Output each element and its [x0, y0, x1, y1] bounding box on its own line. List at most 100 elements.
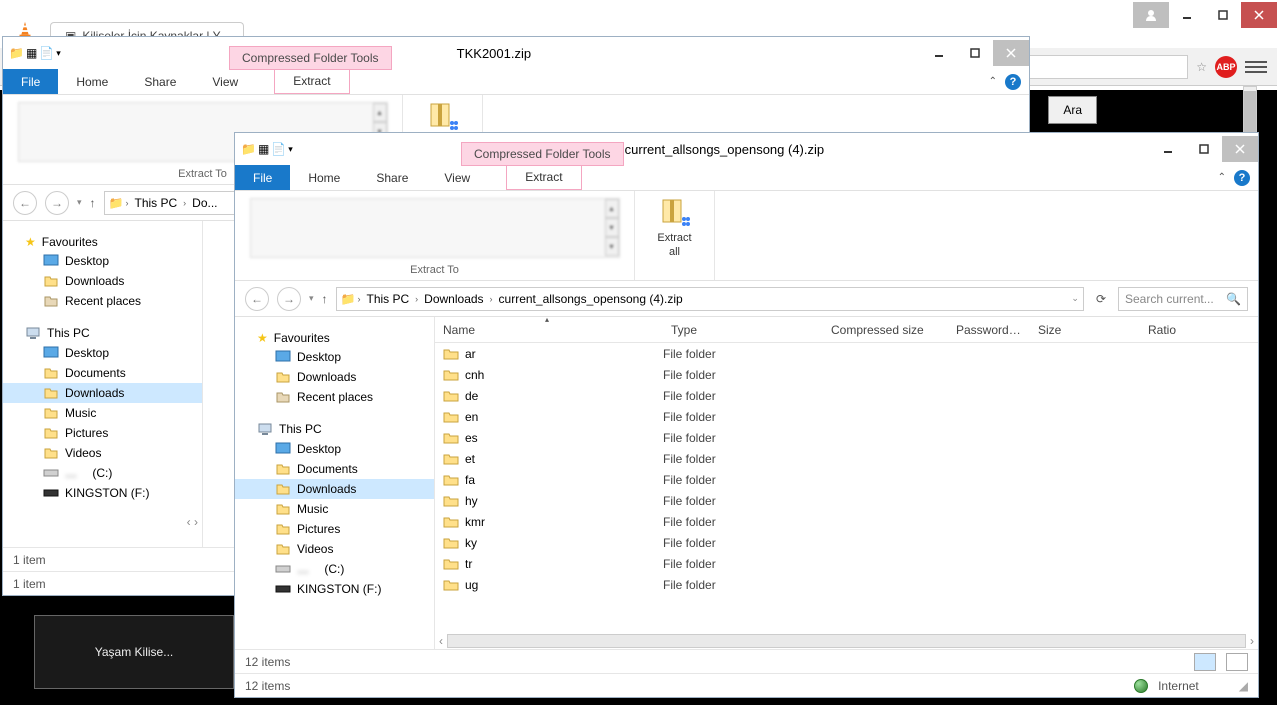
bc-downloads[interactable]: Downloads: [420, 292, 487, 306]
win1-tab-share[interactable]: Share: [126, 69, 194, 94]
win2-tab-file[interactable]: File: [235, 165, 290, 190]
table-row[interactable]: enFile folder: [435, 406, 1258, 427]
win1-close-button[interactable]: [993, 40, 1029, 66]
bc-thispc[interactable]: This PC: [130, 196, 181, 210]
win2-pin-gallery[interactable]: ▴▾▾: [250, 198, 620, 258]
nav2-pc-kingston[interactable]: KINGSTON (F:): [235, 579, 434, 599]
breadcrumb-dropdown-icon[interactable]: ⌄: [1071, 293, 1079, 304]
browser-menu-icon[interactable]: [1245, 61, 1267, 73]
nav-pc-downloads[interactable]: Downloads: [3, 383, 202, 403]
abp-icon[interactable]: ABP: [1215, 56, 1237, 78]
nav-scroll-right[interactable]: ›: [194, 515, 198, 529]
bookmark-star-icon[interactable]: ☆: [1196, 60, 1207, 74]
win1-tab-file[interactable]: File: [3, 69, 58, 94]
nav-pc-music[interactable]: Music: [3, 403, 202, 423]
table-row[interactable]: faFile folder: [435, 469, 1258, 490]
bc-downloads-trunc[interactable]: Do...: [188, 196, 221, 210]
table-row[interactable]: esFile folder: [435, 427, 1258, 448]
nav-pc-pictures[interactable]: Pictures: [3, 423, 202, 443]
win2-search-box[interactable]: Search current... 🔍: [1118, 287, 1248, 311]
col-csize[interactable]: Compressed size: [823, 323, 948, 337]
qat-properties-icon[interactable]: ▦: [26, 46, 37, 60]
search-button[interactable]: Ara: [1048, 96, 1097, 124]
context-tab-1[interactable]: Compressed Folder Tools: [229, 46, 392, 70]
help-icon[interactable]: ?: [1005, 74, 1021, 90]
table-row[interactable]: kmrFile folder: [435, 511, 1258, 532]
win2-breadcrumb[interactable]: 📁› This PC› Downloads› current_allsongs_…: [336, 287, 1084, 311]
nav2-pc-downloads[interactable]: Downloads: [235, 479, 434, 499]
nav-recent[interactable]: Recent places: [3, 291, 202, 311]
win2-close-button[interactable]: [1222, 136, 1258, 162]
nav-thispc[interactable]: This PC: [3, 323, 202, 343]
table-row[interactable]: kyFile folder: [435, 532, 1258, 553]
user-account-icon[interactable]: [1133, 2, 1169, 28]
video-thumbnail[interactable]: Yaşam Kilise...: [34, 615, 234, 689]
browser-minimize-button[interactable]: [1169, 2, 1205, 28]
up-one-level-icon[interactable]: ↑: [322, 292, 328, 306]
qat-dropdown-icon[interactable]: ▾: [288, 144, 293, 155]
up-one-level-icon[interactable]: ↑: [90, 196, 96, 210]
icons-view-button[interactable]: [1226, 653, 1248, 671]
win1-tab-home[interactable]: Home: [58, 69, 126, 94]
qat-newfolder-icon[interactable]: 📄: [271, 142, 286, 156]
nav2-fav-downloads[interactable]: Downloads: [235, 367, 434, 387]
win1-maximize-button[interactable]: [957, 40, 993, 66]
nav-pc-cdrive[interactable]: … (C:): [3, 463, 202, 483]
nav2-thispc[interactable]: This PC: [235, 419, 434, 439]
nav-desktop[interactable]: Desktop: [3, 251, 202, 271]
nav2-pc-cdrive[interactable]: … (C:): [235, 559, 434, 579]
nav-pc-videos[interactable]: Videos: [3, 443, 202, 463]
win1-forward-button[interactable]: →: [45, 191, 69, 215]
qat-properties-icon[interactable]: ▦: [258, 142, 269, 156]
hscroll-left-icon[interactable]: ‹: [435, 634, 447, 648]
qat-dropdown-icon[interactable]: ▾: [56, 48, 61, 59]
refresh-icon[interactable]: ⟳: [1096, 292, 1106, 306]
win1-tab-view[interactable]: View: [194, 69, 256, 94]
collapse-ribbon-icon[interactable]: ⌃: [989, 76, 997, 87]
col-ratio[interactable]: Ratio: [1140, 323, 1184, 337]
table-row[interactable]: cnhFile folder: [435, 364, 1258, 385]
bc-zipfile[interactable]: current_allsongs_opensong (4).zip: [495, 292, 687, 306]
win2-tab-extract[interactable]: Extract: [506, 165, 581, 190]
table-row[interactable]: hyFile folder: [435, 490, 1258, 511]
column-headers[interactable]: ▴ Name Type Compressed size Password ...…: [435, 317, 1258, 343]
table-row[interactable]: deFile folder: [435, 385, 1258, 406]
history-dropdown-icon[interactable]: ▾: [77, 197, 82, 208]
browser-maximize-button[interactable]: [1205, 2, 1241, 28]
win2-tab-share[interactable]: Share: [358, 165, 426, 190]
nav2-favourites[interactable]: ★Favourites: [235, 329, 434, 347]
hscroll-right-icon[interactable]: ›: [1246, 634, 1258, 648]
nav2-pc-music[interactable]: Music: [235, 499, 434, 519]
nav2-pc-desktop[interactable]: Desktop: [235, 439, 434, 459]
nav2-pc-documents[interactable]: Documents: [235, 459, 434, 479]
qat-newfolder-icon[interactable]: 📄: [39, 46, 54, 60]
col-name[interactable]: Name: [435, 323, 663, 337]
win2-tab-home[interactable]: Home: [290, 165, 358, 190]
col-type[interactable]: Type: [663, 323, 823, 337]
browser-close-button[interactable]: [1241, 2, 1277, 28]
table-row[interactable]: arFile folder: [435, 343, 1258, 364]
col-size[interactable]: Size: [1030, 323, 1140, 337]
nav-scroll-left[interactable]: ‹: [187, 515, 191, 529]
nav-downloads[interactable]: Downloads: [3, 271, 202, 291]
nav-pc-desktop[interactable]: Desktop: [3, 343, 202, 363]
nav2-fav-desktop[interactable]: Desktop: [235, 347, 434, 367]
resize-grip-icon[interactable]: ◢: [1239, 679, 1248, 693]
table-row[interactable]: ugFile folder: [435, 574, 1258, 595]
win1-minimize-button[interactable]: [921, 40, 957, 66]
bc-thispc[interactable]: This PC: [362, 292, 413, 306]
context-tab-2[interactable]: Compressed Folder Tools: [461, 142, 624, 166]
details-view-button[interactable]: [1194, 653, 1216, 671]
help-icon[interactable]: ?: [1234, 170, 1250, 186]
nav2-fav-recent[interactable]: Recent places: [235, 387, 434, 407]
nav2-pc-pictures[interactable]: Pictures: [235, 519, 434, 539]
nav2-pc-videos[interactable]: Videos: [235, 539, 434, 559]
hscrollbar[interactable]: [447, 634, 1246, 648]
collapse-ribbon-icon[interactable]: ⌃: [1218, 172, 1226, 183]
nav-pc-kingston[interactable]: KINGSTON (F:): [3, 483, 202, 503]
history-dropdown-icon[interactable]: ▾: [309, 293, 314, 304]
win2-maximize-button[interactable]: [1186, 136, 1222, 162]
table-row[interactable]: etFile folder: [435, 448, 1258, 469]
win2-forward-button[interactable]: →: [277, 287, 301, 311]
table-row[interactable]: trFile folder: [435, 553, 1258, 574]
